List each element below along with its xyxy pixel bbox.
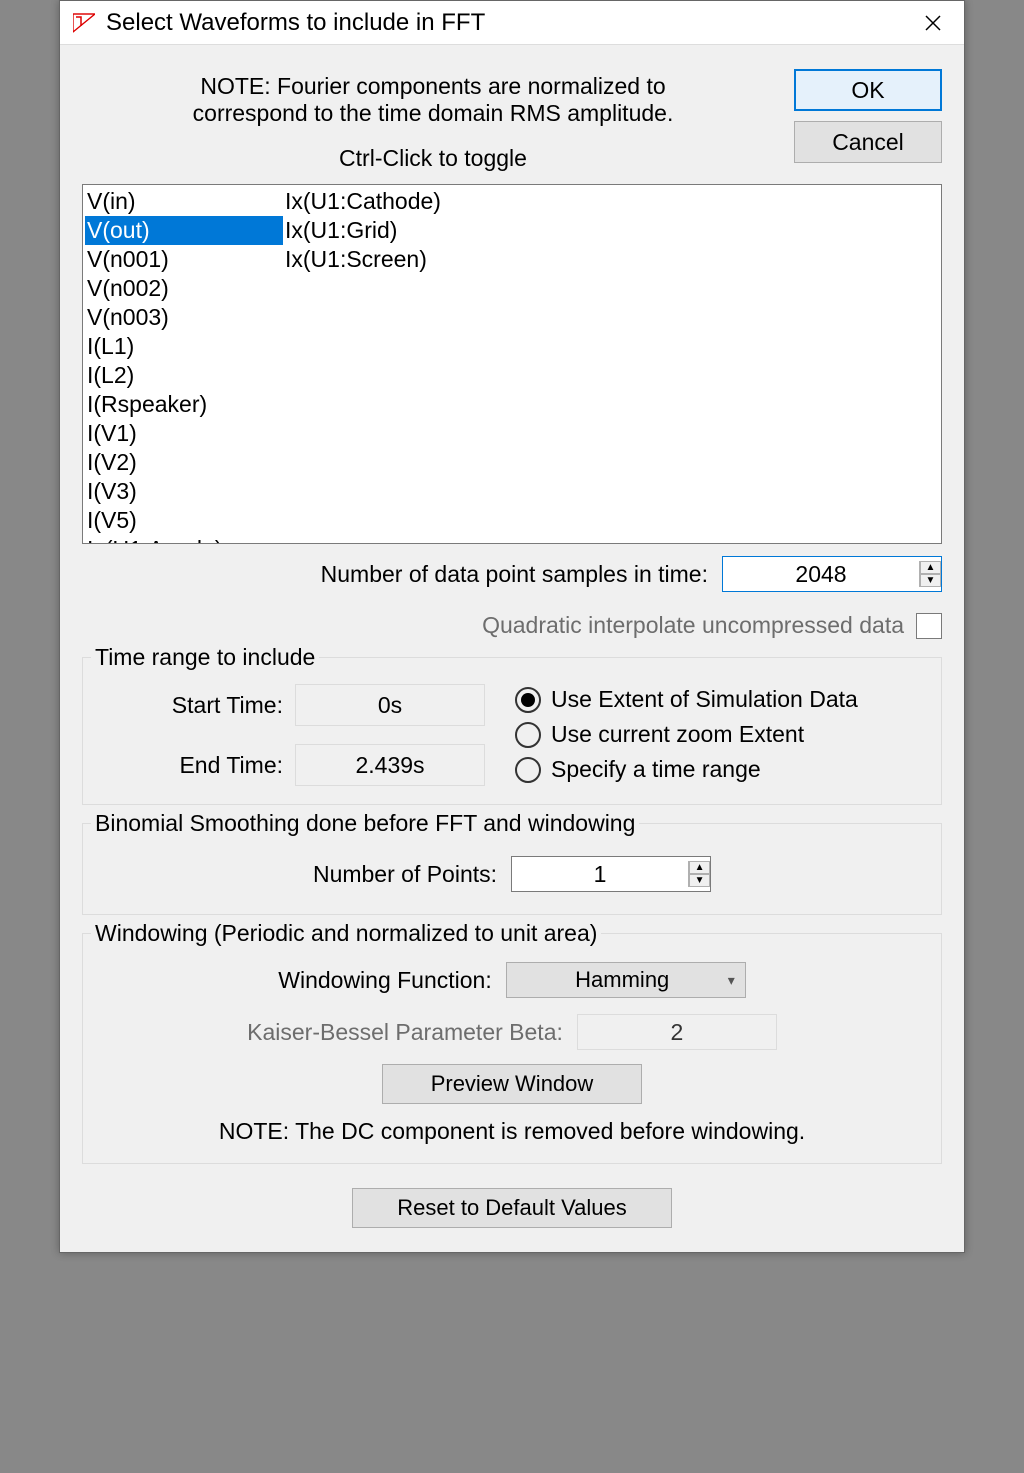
waveform-item[interactable]: I(V1): [85, 419, 283, 448]
points-spinner[interactable]: ▲ ▼: [688, 861, 710, 887]
points-input[interactable]: 1 ▲ ▼: [511, 856, 711, 892]
waveform-item[interactable]: Ix(U1:Grid): [283, 216, 481, 245]
points-value: 1: [512, 861, 688, 888]
windowing-fn-select[interactable]: Hamming ▾: [506, 962, 746, 998]
waveform-item[interactable]: V(n003): [85, 303, 283, 332]
windowing-group: Windowing (Periodic and normalized to un…: [82, 933, 942, 1164]
spin-up-icon[interactable]: ▲: [689, 861, 710, 874]
radio-icon: [515, 687, 541, 713]
radio-label-1: Use Extent of Simulation Data: [551, 686, 858, 713]
radio-zoom-extent[interactable]: Use current zoom Extent: [515, 721, 858, 748]
preview-window-button[interactable]: Preview Window: [382, 1064, 642, 1104]
app-icon: [72, 11, 96, 35]
quadratic-label: Quadratic interpolate uncompressed data: [482, 612, 904, 639]
waveform-item[interactable]: V(out): [85, 216, 283, 245]
start-time-label: Start Time:: [95, 692, 295, 719]
spin-down-icon[interactable]: ▼: [689, 874, 710, 887]
dialog-window: Select Waveforms to include in FFT NOTE:…: [59, 0, 965, 1253]
windowing-legend: Windowing (Periodic and normalized to un…: [91, 920, 601, 947]
waveform-item[interactable]: Ix(U1:Screen): [283, 245, 481, 274]
waveform-item[interactable]: Ix(U1:Anode): [85, 535, 283, 544]
kb-label: Kaiser-Bessel Parameter Beta:: [247, 1019, 563, 1046]
cancel-button[interactable]: Cancel: [794, 121, 942, 163]
samples-spinner[interactable]: ▲ ▼: [919, 561, 941, 587]
dialog-title: Select Waveforms to include in FFT: [106, 9, 485, 37]
waveform-item[interactable]: I(V2): [85, 448, 283, 477]
waveform-item[interactable]: V(in): [85, 187, 283, 216]
start-time-value: 0s: [295, 684, 485, 726]
waveform-item[interactable]: V(n001): [85, 245, 283, 274]
smoothing-group: Binomial Smoothing done before FFT and w…: [82, 823, 942, 915]
radio-specify-range[interactable]: Specify a time range: [515, 756, 858, 783]
waveform-item[interactable]: I(Rspeaker): [85, 390, 283, 419]
smoothing-legend: Binomial Smoothing done before FFT and w…: [91, 810, 639, 837]
waveform-item[interactable]: Ix(U1:Cathode): [283, 187, 481, 216]
chevron-down-icon: ▾: [728, 972, 735, 989]
end-time-value: 2.439s: [295, 744, 485, 786]
close-button[interactable]: [910, 1, 956, 45]
end-time-label: End Time:: [95, 752, 295, 779]
note-toggle: Ctrl-Click to toggle: [82, 145, 784, 172]
spin-down-icon[interactable]: ▼: [920, 574, 941, 587]
radio-icon: [515, 722, 541, 748]
samples-input[interactable]: 2048 ▲ ▼: [722, 556, 942, 592]
windowing-note: NOTE: The DC component is removed before…: [95, 1118, 929, 1145]
waveform-item[interactable]: I(L1): [85, 332, 283, 361]
reset-defaults-button[interactable]: Reset to Default Values: [352, 1188, 672, 1228]
note-line2: correspond to the time domain RMS amplit…: [82, 100, 784, 127]
radio-label-3: Specify a time range: [551, 756, 761, 783]
windowing-fn-label: Windowing Function:: [278, 967, 492, 994]
samples-label: Number of data point samples in time:: [321, 561, 708, 588]
kb-value: 2: [577, 1014, 777, 1050]
time-range-legend: Time range to include: [91, 644, 319, 671]
waveform-item[interactable]: I(V5): [85, 506, 283, 535]
waveform-item[interactable]: V(n002): [85, 274, 283, 303]
waveform-item[interactable]: I(L2): [85, 361, 283, 390]
radio-icon: [515, 757, 541, 783]
time-range-group: Time range to include Start Time: 0s End…: [82, 657, 942, 805]
waveform-item[interactable]: I(V3): [85, 477, 283, 506]
spin-up-icon[interactable]: ▲: [920, 561, 941, 574]
close-icon: [925, 15, 941, 31]
radio-label-2: Use current zoom Extent: [551, 721, 804, 748]
note-line1: NOTE: Fourier components are normalized …: [82, 73, 784, 100]
quadratic-checkbox[interactable]: [916, 613, 942, 639]
ok-button[interactable]: OK: [794, 69, 942, 111]
waveform-listbox[interactable]: V(in)V(out)V(n001)V(n002)V(n003)I(L1)I(L…: [82, 184, 942, 544]
titlebar: Select Waveforms to include in FFT: [60, 1, 964, 45]
samples-value: 2048: [723, 561, 919, 588]
points-label: Number of Points:: [313, 861, 497, 888]
radio-use-extent[interactable]: Use Extent of Simulation Data: [515, 686, 858, 713]
windowing-fn-value: Hamming: [517, 967, 728, 993]
